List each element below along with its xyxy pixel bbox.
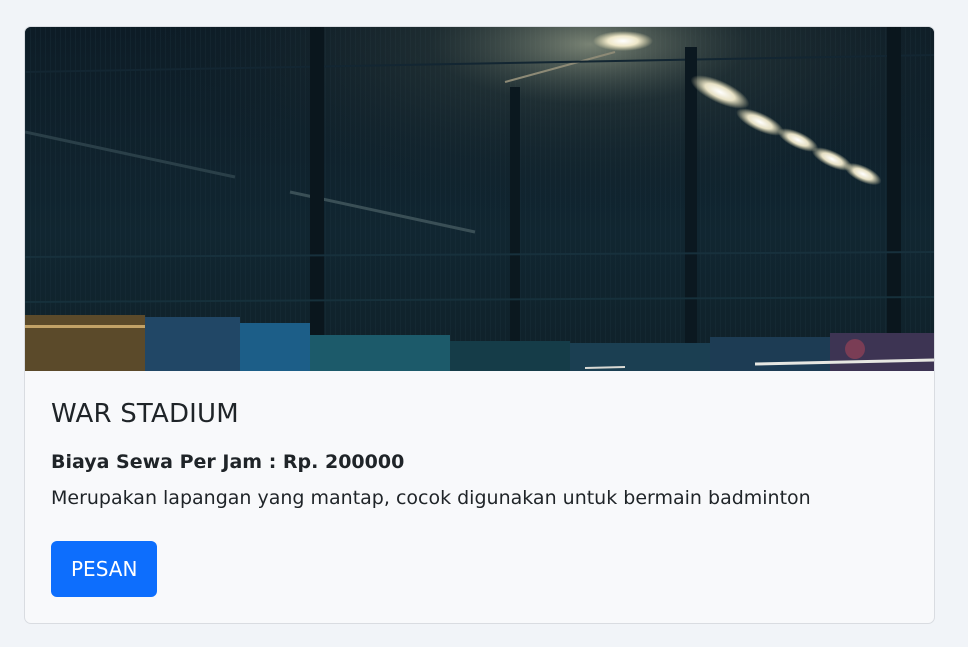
venue-description: Merupakan lapangan yang mantap, cocok di… [51, 487, 811, 509]
rental-price: Biaya Sewa Per Jam : Rp. 200000 [51, 451, 405, 473]
venue-photo [25, 27, 934, 371]
venue-title: WAR STADIUM [51, 399, 239, 429]
card-body: WAR STADIUM Biaya Sewa Per Jam : Rp. 200… [25, 397, 934, 597]
book-button[interactable]: PESAN [51, 541, 158, 597]
venue-card: WAR STADIUM Biaya Sewa Per Jam : Rp. 200… [24, 26, 935, 624]
